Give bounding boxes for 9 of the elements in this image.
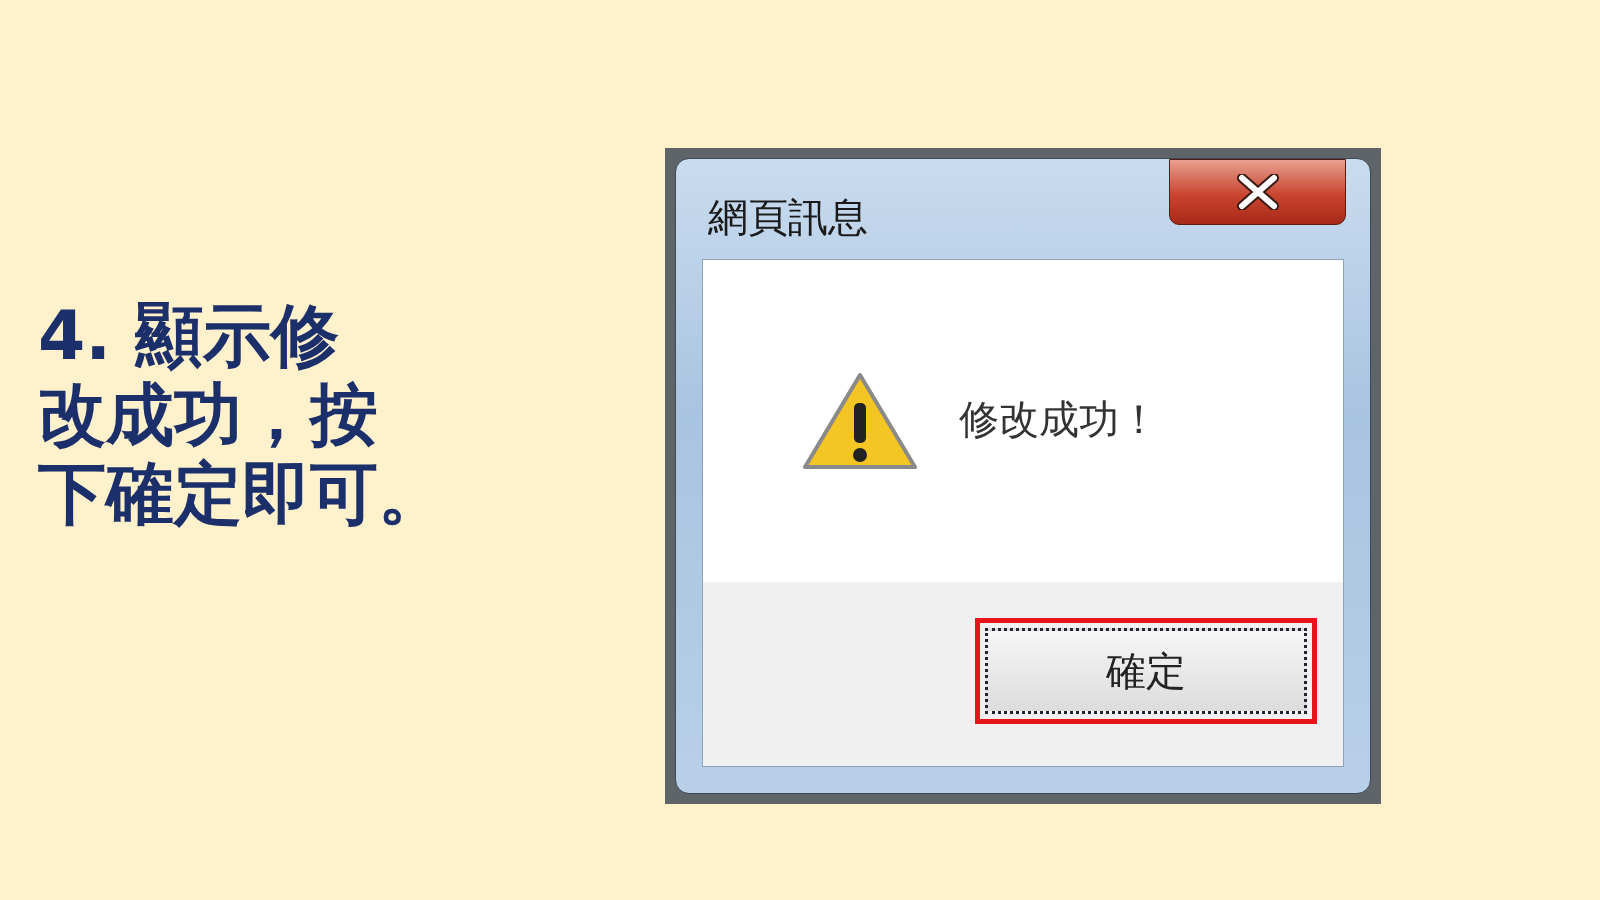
instruction-text: 改成功，按	[38, 375, 379, 454]
window-title: 網頁訊息	[708, 193, 868, 242]
close-icon	[1235, 174, 1280, 210]
message-text: 修改成功！	[959, 395, 1159, 444]
ok-button[interactable]: 確定	[985, 628, 1307, 714]
instruction-text: 4. 顯示修	[38, 296, 340, 375]
instruction-text: 下確定即可。	[38, 454, 446, 533]
close-button[interactable]	[1169, 159, 1346, 225]
warning-icon	[801, 371, 919, 471]
